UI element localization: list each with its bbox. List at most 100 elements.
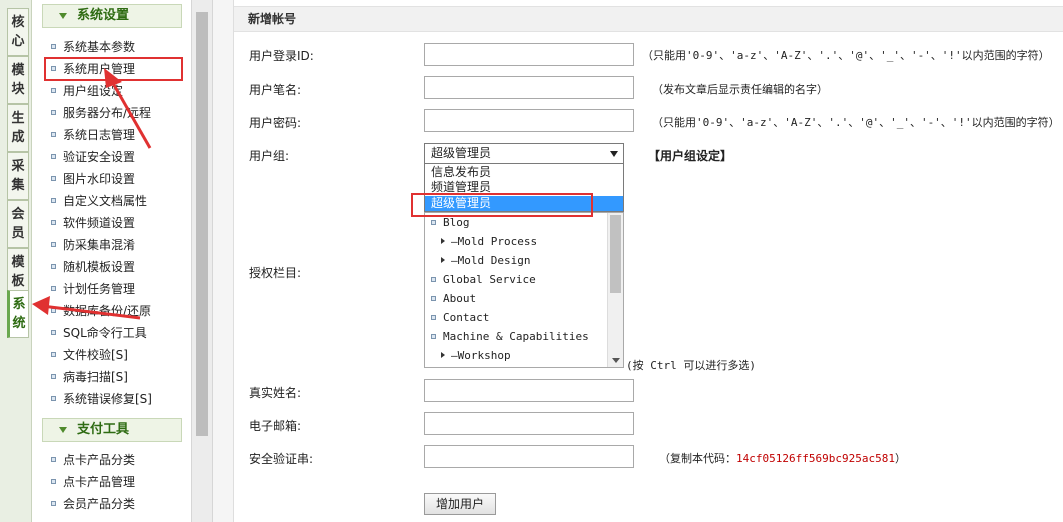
section-title: 系统设置	[77, 8, 130, 23]
bullet-icon	[51, 352, 56, 357]
columns-label: 授权栏目:	[249, 266, 302, 280]
tab-modules[interactable]: 模块	[7, 56, 29, 104]
triangle-right-icon	[441, 257, 445, 263]
bullet-icon	[51, 132, 56, 137]
columns-scrollbar-thumb[interactable]	[610, 215, 621, 293]
user-group-select[interactable]: 超级管理员	[424, 143, 624, 164]
add-user-button[interactable]: 增加用户	[424, 493, 496, 515]
bullet-icon	[51, 457, 56, 462]
login-id-label: 用户登录ID:	[249, 49, 314, 63]
pane-divider	[213, 0, 233, 522]
group-option-publisher[interactable]: 信息发布员	[425, 165, 623, 180]
bullet-icon	[51, 479, 56, 484]
menu-item-user-groups[interactable]: 用户组设定	[49, 80, 123, 102]
tab-generate[interactable]: 生成	[7, 104, 29, 152]
menu-item-db-backup[interactable]: 数据库备份/还原	[49, 300, 151, 322]
multi-select-hint: (按 Ctrl 可以进行多选)	[626, 359, 756, 372]
menu-item-card-categories[interactable]: 点卡产品分类	[49, 449, 135, 471]
list-item[interactable]: —Workshop	[425, 346, 511, 365]
realname-label: 真实姓名:	[249, 386, 302, 400]
triangle-down-icon	[59, 13, 67, 19]
menu-item-virus-scan[interactable]: 病毒扫描[S]	[49, 366, 128, 388]
chevron-down-icon[interactable]	[612, 358, 620, 363]
menu-item-system-logs[interactable]: 系统日志管理	[49, 124, 135, 146]
bullet-icon	[51, 176, 56, 181]
user-group-label: 用户组:	[249, 149, 290, 163]
menu-item-member-categories[interactable]: 会员产品分类	[49, 493, 135, 515]
section-header-payment-tools[interactable]: 支付工具	[42, 418, 182, 442]
safecode-label: 安全验证串:	[249, 452, 314, 466]
tab-core[interactable]: 核心	[7, 8, 29, 56]
menu-item-anti-collect[interactable]: 防采集串混淆	[49, 234, 135, 256]
highlight-box-super-admin	[411, 193, 593, 217]
password-input[interactable]	[424, 109, 634, 132]
menu-item-random-template[interactable]: 随机模板设置	[49, 256, 135, 278]
triangle-right-icon	[441, 238, 445, 244]
email-input[interactable]	[424, 412, 634, 435]
triangle-down-icon	[59, 427, 67, 433]
bullet-icon	[431, 315, 436, 320]
bullet-icon	[431, 220, 436, 225]
menu-item-system-params[interactable]: 系统基本参数	[49, 36, 135, 58]
menu-item-security[interactable]: 验证安全设置	[49, 146, 135, 168]
bullet-icon	[431, 334, 436, 339]
bullet-icon	[51, 220, 56, 225]
section-header-system-settings[interactable]: 系统设置	[42, 4, 182, 28]
bullet-icon	[51, 44, 56, 49]
bullet-icon	[51, 286, 56, 291]
tab-collect[interactable]: 采集	[7, 152, 29, 200]
bullet-icon	[51, 242, 56, 247]
safecode-input[interactable]	[424, 445, 634, 468]
menu-item-sql-tool[interactable]: SQL命令行工具	[49, 322, 147, 344]
menu-item-card-products[interactable]: 点卡产品管理	[49, 471, 135, 493]
list-item[interactable]: Contact	[425, 308, 489, 327]
bullet-icon	[51, 396, 56, 401]
menu-item-custom-attrs[interactable]: 自定义文档属性	[49, 190, 147, 212]
bullet-icon	[51, 330, 56, 335]
sidebar-scrollbar-thumb[interactable]	[196, 12, 208, 436]
list-item[interactable]: —Mold Process	[425, 232, 537, 251]
list-item[interactable]: About	[425, 289, 476, 308]
menu-item-watermark[interactable]: 图片水印设置	[49, 168, 135, 190]
list-item[interactable]: Machine & Capabilities	[425, 327, 589, 346]
triangle-right-icon	[441, 352, 445, 358]
chevron-down-icon	[610, 151, 618, 157]
sidebar-scrollbar[interactable]	[191, 0, 213, 522]
menu-item-file-check[interactable]: 文件校验[S]	[49, 344, 128, 366]
pen-name-label: 用户笔名:	[249, 83, 302, 97]
bullet-icon	[51, 198, 56, 203]
bullet-icon	[51, 264, 56, 269]
menu-item-servers[interactable]: 服务器分布/远程	[49, 102, 151, 124]
list-item[interactable]: —Mold Design	[425, 251, 530, 270]
bullet-icon	[51, 501, 56, 506]
login-id-hint: （只能用'0-9'、'a-z'、'A-Z'、'.'、'@'、'_'、'-'、'!…	[642, 49, 1050, 62]
section-title: 支付工具	[77, 422, 130, 437]
menu-item-software-channel[interactable]: 软件频道设置	[49, 212, 135, 234]
user-group-settings-link[interactable]: 【用户组设定】	[648, 147, 732, 164]
menu-item-error-repair[interactable]: 系统错误修复[S]	[49, 388, 152, 410]
safecode-hint: （复制本代码：14cf05126ff569bc925ac581）	[659, 452, 906, 465]
bullet-icon	[431, 296, 436, 301]
login-id-input[interactable]	[424, 43, 634, 66]
form-title: 新增帐号	[234, 6, 1063, 32]
pen-name-hint: （发布文章后显示责任编辑的名字）	[652, 83, 828, 96]
columns-scrollbar[interactable]	[607, 213, 623, 367]
bullet-icon	[51, 110, 56, 115]
tab-system[interactable]: 系统	[7, 290, 29, 338]
password-hint: （只能用'0-9'、'a-z'、'A-Z'、'.'、'@'、'_'、'-'、'!…	[652, 116, 1060, 129]
list-item[interactable]: Global Service	[425, 270, 536, 289]
bullet-icon	[51, 88, 56, 93]
pen-name-input[interactable]	[424, 76, 634, 99]
tab-templates[interactable]: 模板	[7, 248, 29, 296]
bullet-icon	[51, 308, 56, 313]
password-label: 用户密码:	[249, 116, 302, 130]
bullet-icon	[51, 374, 56, 379]
bullet-icon	[51, 154, 56, 159]
menu-item-scheduled-tasks[interactable]: 计划任务管理	[49, 278, 135, 300]
tab-members[interactable]: 会员	[7, 200, 29, 248]
vertical-tab-strip: 核心 模块 生成 采集 会员 模板 系统	[0, 0, 32, 522]
columns-listbox[interactable]: Blog —Mold Process —Mold Design Global S…	[424, 212, 624, 368]
realname-input[interactable]	[424, 379, 634, 402]
bullet-icon	[431, 277, 436, 282]
email-label: 电子邮箱:	[249, 419, 302, 433]
